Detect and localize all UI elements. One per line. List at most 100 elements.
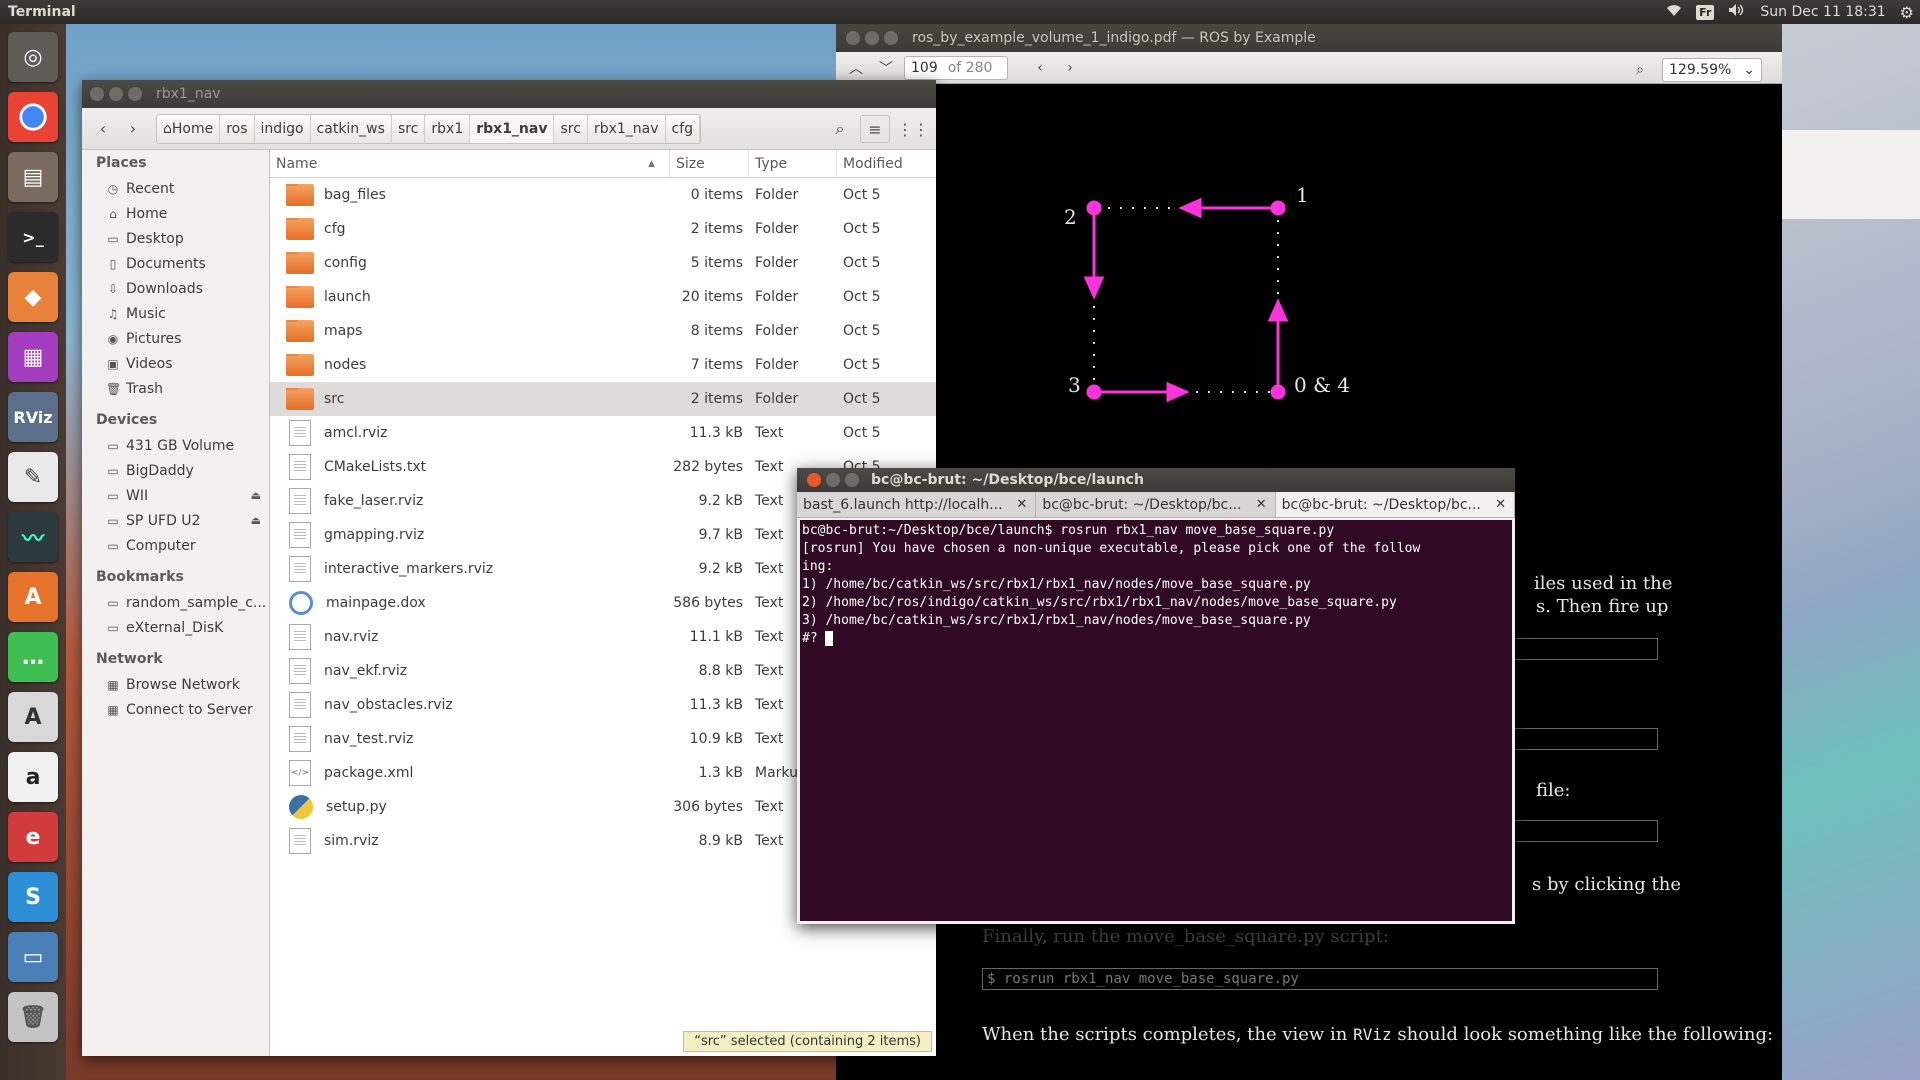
- forward-icon[interactable]: ›: [118, 114, 148, 144]
- volume-icon[interactable]: [1728, 3, 1746, 21]
- sidebar-item[interactable]: ▭ Desktop: [82, 226, 269, 251]
- wifi-icon[interactable]: [1666, 3, 1682, 21]
- sidebar-item[interactable]: ♫ Music: [82, 301, 269, 326]
- eject-icon[interactable]: ⏏: [251, 489, 261, 502]
- sidebar-item[interactable]: ⌂ Home: [82, 201, 269, 226]
- software-updater-icon[interactable]: A: [8, 692, 58, 742]
- forward-icon[interactable]: ›: [1058, 56, 1082, 80]
- messaging-icon[interactable]: …: [8, 632, 58, 682]
- eject-icon[interactable]: ⏏: [251, 514, 261, 527]
- column-type[interactable]: Type: [749, 150, 837, 177]
- back-icon[interactable]: ‹: [88, 114, 118, 144]
- terminal-tab-active[interactable]: bc@bc-brut: ~/Desktop/bc... ✕: [1275, 492, 1515, 517]
- sidebar-item[interactable]: ▭ random_sample_c...: [82, 590, 269, 615]
- text-editor-icon[interactable]: ✎: [8, 452, 58, 502]
- ubuntu-dash-icon[interactable]: ◎: [8, 32, 58, 82]
- file-name-cell: sim.rviz: [270, 828, 670, 854]
- minimize-button[interactable]: [109, 87, 123, 101]
- sidebar-item[interactable]: ▭ Computer: [82, 533, 269, 558]
- breadcrumb-item[interactable]: catkin_ws: [311, 114, 392, 143]
- maximize-button[interactable]: [845, 473, 859, 487]
- column-size[interactable]: Size: [670, 150, 749, 177]
- software-center-icon[interactable]: A: [8, 572, 58, 622]
- sidebar-item[interactable]: ◉ Pictures: [82, 326, 269, 351]
- file-row[interactable]: nodes 7 items Folder Oct 5: [270, 348, 936, 382]
- breadcrumb-item[interactable]: cfg: [666, 114, 701, 143]
- breadcrumb-item[interactable]: src: [392, 114, 426, 143]
- keyboard-layout-indicator[interactable]: Fr: [1696, 4, 1715, 20]
- file-row[interactable]: config 5 items Folder Oct 5: [270, 246, 936, 280]
- terminal-tab[interactable]: bc@bc-brut: ~/Desktop/bc... ✕: [1036, 492, 1276, 517]
- active-app-title: Terminal: [8, 4, 76, 20]
- maximize-button[interactable]: [128, 87, 142, 101]
- sidebar-item[interactable]: ◷ Recent: [82, 176, 269, 201]
- search-icon[interactable]: ⌕: [1628, 58, 1652, 82]
- list-view-icon[interactable]: ≡: [860, 115, 890, 143]
- device-icon: ▭: [107, 488, 119, 503]
- breadcrumb-item[interactable]: indigo: [255, 114, 311, 143]
- skype-icon[interactable]: S: [8, 872, 58, 922]
- storage-icon[interactable]: ▭: [8, 932, 58, 982]
- back-icon[interactable]: ‹: [1028, 56, 1052, 80]
- sidebar-item[interactable]: ▭ WII ⏏: [82, 483, 269, 508]
- sidebar-item[interactable]: ⇩ Downloads: [82, 276, 269, 301]
- sidebar-item[interactable]: ▭ SP UFD U2 ⏏: [82, 508, 269, 533]
- breadcrumb-item[interactable]: rbx1: [425, 114, 471, 143]
- trash-icon[interactable]: 🗑: [8, 992, 58, 1042]
- file-row[interactable]: maps 8 items Folder Oct 5: [270, 314, 936, 348]
- sidebar-item[interactable]: ▦ Connect to Server: [82, 697, 269, 722]
- sidebar-item[interactable]: ▭ eXternal_DisK: [82, 615, 269, 640]
- files-icon[interactable]: ▤: [8, 152, 58, 202]
- maximize-button[interactable]: [884, 31, 898, 45]
- sidebar-item[interactable]: ▣ Videos: [82, 351, 269, 376]
- column-name[interactable]: Name ▲: [270, 150, 670, 177]
- breadcrumb-item[interactable]: src: [554, 114, 588, 143]
- pdf-viewer-icon[interactable]: e: [8, 812, 58, 862]
- workspace-switcher-icon[interactable]: ▦: [8, 332, 58, 382]
- column-modified[interactable]: Modified: [837, 150, 936, 177]
- current-page[interactable]: 109: [911, 60, 938, 76]
- clock[interactable]: Sun Dec 11 18:31: [1760, 4, 1885, 20]
- minimize-button[interactable]: [865, 31, 879, 45]
- search-icon[interactable]: ⌕: [828, 117, 852, 141]
- amazon-icon[interactable]: a: [8, 752, 58, 802]
- chrome-icon[interactable]: [8, 92, 58, 142]
- rviz-icon[interactable]: RViz: [8, 392, 58, 442]
- file-row[interactable]: amcl.rviz 11.3 kB Text Oct 5: [270, 416, 936, 450]
- minimize-button[interactable]: [826, 473, 840, 487]
- sidebar-item[interactable]: 🗑 Trash: [82, 376, 269, 401]
- grid-view-icon[interactable]: ⋮⋮: [897, 115, 929, 143]
- breadcrumb-item[interactable]: rbx1_nav: [470, 114, 555, 143]
- list-header: Name ▲ Size Type Modified: [270, 150, 936, 178]
- sidebar-item[interactable]: ▦ Browse Network: [82, 672, 269, 697]
- gear-icon[interactable]: ⚙: [1900, 3, 1914, 22]
- close-icon[interactable]: ✕: [1256, 497, 1267, 512]
- breadcrumb-item[interactable]: ⌂ Home: [157, 114, 221, 143]
- terminal-icon[interactable]: >_: [8, 212, 58, 262]
- breadcrumb-item[interactable]: rbx1_nav: [588, 114, 666, 143]
- breadcrumb-item[interactable]: ros: [220, 114, 255, 143]
- sublime-icon[interactable]: ◆: [8, 272, 58, 322]
- file-row[interactable]: launch 20 items Folder Oct 5: [270, 280, 936, 314]
- system-monitor-icon[interactable]: 〰: [8, 512, 58, 562]
- previous-page-icon[interactable]: ︿: [844, 56, 868, 80]
- close-button[interactable]: [846, 31, 860, 45]
- file-row[interactable]: cfg 2 items Folder Oct 5: [270, 212, 936, 246]
- page-number-field[interactable]: 109 of 280: [904, 55, 1008, 80]
- launcher: ◎ ▤ >_ ◆ ▦ RViz ✎ 〰 A … A a e S ▭ 🗑: [0, 24, 66, 1080]
- next-page-icon[interactable]: ﹀: [874, 56, 898, 80]
- sidebar-item[interactable]: ▭ 431 GB Volume: [82, 433, 269, 458]
- file-name-cell: setup.py: [270, 795, 670, 819]
- file-row[interactable]: bag_files 0 items Folder Oct 5: [270, 178, 936, 212]
- file-row[interactable]: src 2 items Folder Oct 5: [270, 382, 936, 416]
- file-name: amcl.rviz: [324, 425, 388, 441]
- sidebar-item[interactable]: ▯ Documents: [82, 251, 269, 276]
- terminal-output[interactable]: bc@bc-brut:~/Desktop/bce/launch$ rosrun …: [800, 520, 1512, 921]
- close-button[interactable]: [90, 87, 104, 101]
- close-icon[interactable]: ✕: [1495, 497, 1506, 512]
- zoom-select[interactable]: 129.59% ⌄: [1662, 58, 1762, 82]
- terminal-tab[interactable]: bast_6.launch http://localh... ✕: [797, 492, 1037, 517]
- sidebar-item[interactable]: ▭ BigDaddy: [82, 458, 269, 483]
- close-button[interactable]: [807, 473, 821, 487]
- close-icon[interactable]: ✕: [1016, 497, 1027, 512]
